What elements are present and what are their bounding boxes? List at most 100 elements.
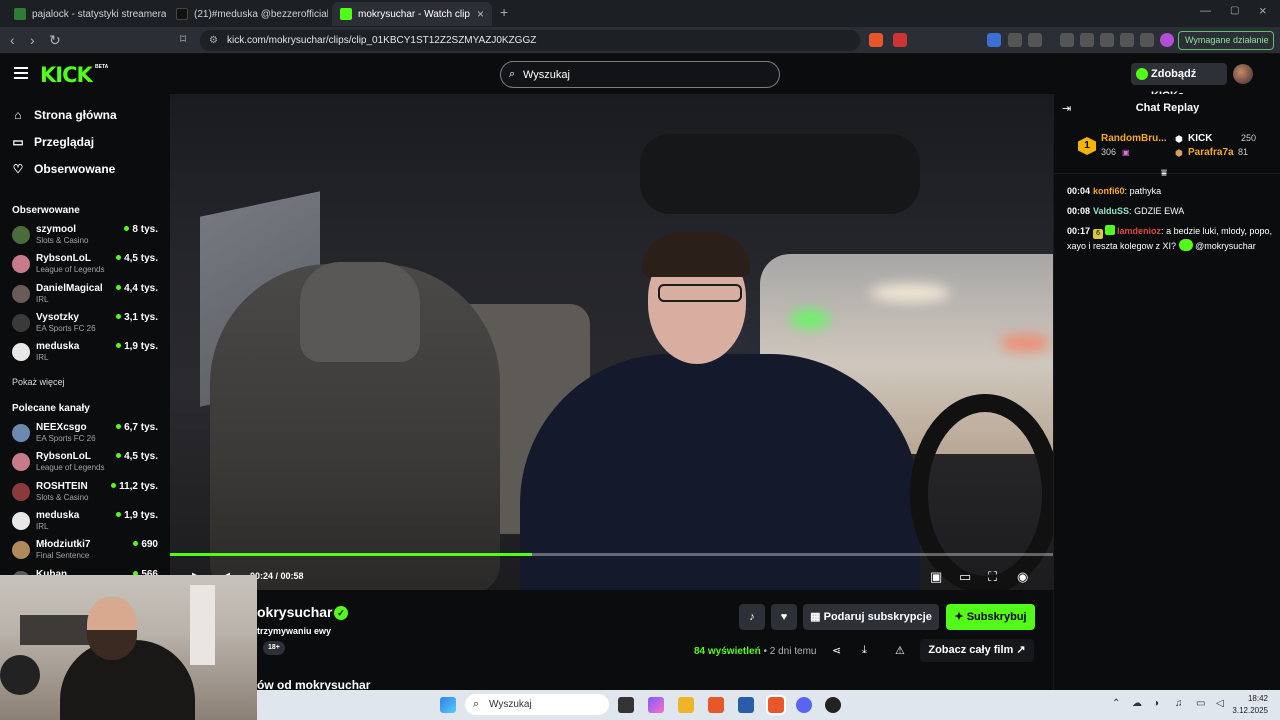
nav-following[interactable]: ♡ Obserwowane [12, 162, 116, 176]
sidebar-icon[interactable] [1080, 33, 1094, 47]
channel-item[interactable]: Młodziutki7 Final Sentence 690 [12, 538, 162, 564]
vpn-icon[interactable] [1140, 33, 1154, 47]
forward-icon[interactable]: › [30, 32, 35, 48]
brave-rewards-icon[interactable] [893, 33, 907, 47]
brave-active-icon[interactable] [766, 695, 786, 715]
fullscreen-icon[interactable]: ⛶ [988, 569, 997, 585]
settings-icon[interactable]: ◉ [1017, 569, 1028, 585]
browser-tab[interactable]: (21)#meduska @bezzerofficial | TikTok [168, 2, 328, 26]
tab-favicon-icon [14, 8, 26, 20]
search-input[interactable]: ⌕ Wyszukaj [500, 61, 780, 88]
kick-badge-icon: ⬢ [1175, 134, 1183, 144]
puzzle-icon[interactable] [1008, 33, 1022, 47]
message-user[interactable]: konfi60 [1093, 186, 1125, 196]
wallet-icon[interactable] [1100, 33, 1114, 47]
channel-item[interactable]: meduska IRL 1,9 tys. [12, 340, 162, 366]
report-icon[interactable]: ⚠ [895, 644, 905, 657]
chat-panel: ⇥ Chat Replay 1 RandomBru... 306 ▣ ⬢ KIC… [1053, 94, 1280, 690]
taskbar-search[interactable]: ⌕ Wyszukaj [465, 694, 609, 715]
obs-icon[interactable] [825, 697, 841, 713]
display-icon[interactable]: ▭ [1196, 698, 1205, 709]
new-tab-button[interactable]: + [500, 4, 508, 20]
extension-icon[interactable] [987, 33, 1001, 47]
tray-expand-icon[interactable]: ⌃ [1112, 698, 1120, 709]
user-avatar[interactable] [1233, 64, 1253, 84]
channel-avatar [12, 255, 30, 274]
channel-item[interactable]: Vysotzky EA Sports FC 26 3,1 tys. [12, 311, 162, 337]
filter-icon[interactable]: ⩸ [1161, 168, 1167, 179]
brave-shield-icon[interactable] [869, 33, 883, 47]
message-user[interactable]: ValduSS [1093, 206, 1129, 216]
video-player[interactable]: ▶ ◀ 00:24 / 00:58 ▣ ▭ ⛶ ◉ [170, 94, 1053, 590]
download-icon[interactable]: ⤓ [862, 644, 867, 657]
required-action-button[interactable]: Wymagane działanie [1178, 31, 1274, 50]
minimize-icon[interactable]: — [1200, 5, 1211, 17]
channel-item[interactable]: RybsonLoL League of Legends 4,5 tys. [12, 252, 162, 278]
profile-icon[interactable] [1160, 33, 1174, 47]
screenshot-icon[interactable] [1028, 33, 1042, 47]
notify-button[interactable]: ♪ [739, 604, 765, 630]
follow-button[interactable]: ♥ [771, 604, 797, 630]
system-clock[interactable]: 18:42 3.12.2025 [1232, 693, 1268, 717]
channel-item[interactable]: meduska IRL 1,9 tys. [12, 509, 162, 535]
progress-bar[interactable] [170, 553, 533, 556]
task-view-icon[interactable] [618, 697, 634, 713]
close-window-icon[interactable]: × [1259, 3, 1267, 18]
live-dot-icon [116, 424, 122, 429]
windows-start-icon[interactable] [440, 697, 456, 713]
show-more-link[interactable]: Pokaż więcej [12, 377, 65, 387]
nav-browse[interactable]: ▭ Przeglądaj [12, 135, 94, 149]
nav-home[interactable]: ⌂ Strona główna [12, 108, 116, 122]
channel-item[interactable]: NEEXcsgo EA Sports FC 26 6,7 tys. [12, 421, 162, 447]
channel-item-name: ROSHTEIN [36, 480, 88, 492]
viewer-count: 4,5 tys. [124, 253, 158, 265]
get-kicks-button[interactable]: Zdobądź KICKs [1131, 63, 1227, 102]
views-label: wyświetleń [707, 646, 761, 657]
kick-logo[interactable]: KICK [40, 63, 93, 87]
discord-icon[interactable] [796, 697, 812, 713]
volume-icon[interactable]: ◁ [1216, 698, 1224, 709]
cloud-icon[interactable]: ☁ [1132, 698, 1142, 709]
music-icon[interactable] [1060, 33, 1074, 47]
channel-item[interactable]: ROSHTEIN Slots & Casino 11,2 tys. [12, 480, 162, 506]
chat-message: 00:08 ValduSS: GDZIE EWA [1067, 206, 1185, 216]
share-icon[interactable]: ⋖ [832, 644, 841, 657]
clip-stats: 84 wyświetleń • 2 dni temu [694, 646, 816, 657]
menu-icon[interactable] [14, 67, 28, 79]
tray-icon[interactable]: ◑ [1153, 698, 1159, 709]
channel-item[interactable]: DanielMagical IRL 4,4 tys. [12, 282, 162, 308]
bookmark-icon[interactable]: ⌑ [180, 32, 186, 46]
channel-item-viewers: 3,1 tys. [116, 312, 158, 323]
file-explorer-icon[interactable] [678, 697, 694, 713]
message-mention[interactable]: @mokrysuchar [1195, 241, 1256, 251]
viewer-count: 6,7 tys. [124, 422, 158, 433]
browser-tab[interactable]: pajalock - statystyki streamera [6, 2, 166, 26]
theater-icon[interactable]: ▭ [959, 569, 971, 585]
browser-tab-active[interactable]: mokrysuchar - Watch clips on Kick × [332, 2, 492, 26]
message-user[interactable]: lamdenioz [1117, 226, 1161, 236]
leo-icon[interactable] [1120, 33, 1134, 47]
channel-item-name: meduska [36, 509, 80, 521]
chat-message: 00:04 konfi60: pathyka [1067, 186, 1162, 196]
maximize-icon[interactable]: ▢ [1230, 5, 1239, 16]
site-settings-icon[interactable]: ⚙ [209, 30, 218, 51]
gift-subs-button[interactable]: ▦ Podaruj subskrypcje [803, 604, 939, 630]
leader-third-name[interactable]: Parafra7a [1188, 147, 1234, 158]
leader-first-name[interactable]: RandomBru... [1101, 133, 1167, 144]
channel-name[interactable]: okrysuchar [257, 604, 332, 620]
miniplayer-icon[interactable]: ▣ [930, 569, 942, 585]
app-icon[interactable] [738, 697, 754, 713]
leader-second-name[interactable]: KICK [1188, 133, 1212, 144]
mic-icon[interactable]: ♫ [1175, 698, 1183, 709]
copilot-icon[interactable] [648, 697, 664, 713]
subscribe-button[interactable]: ✦ Subskrybuj [946, 604, 1035, 630]
close-tab-icon[interactable]: × [477, 7, 484, 21]
back-icon[interactable]: ‹ [10, 32, 15, 48]
reload-icon[interactable]: ↻ [49, 32, 61, 49]
channel-item[interactable]: szymool Slots & Casino 8 tys. [12, 223, 162, 249]
url-field[interactable]: ⚙ kick.com/mokrysuchar/clips/clip_01KBCY… [200, 30, 860, 51]
watch-full-video-button[interactable]: Zobacz cały film ↗ [920, 639, 1034, 662]
video-frame-mirror [640, 134, 920, 214]
channel-item[interactable]: RybsonLoL League of Legends 4,5 tys. [12, 450, 162, 476]
brave-icon[interactable] [708, 697, 724, 713]
